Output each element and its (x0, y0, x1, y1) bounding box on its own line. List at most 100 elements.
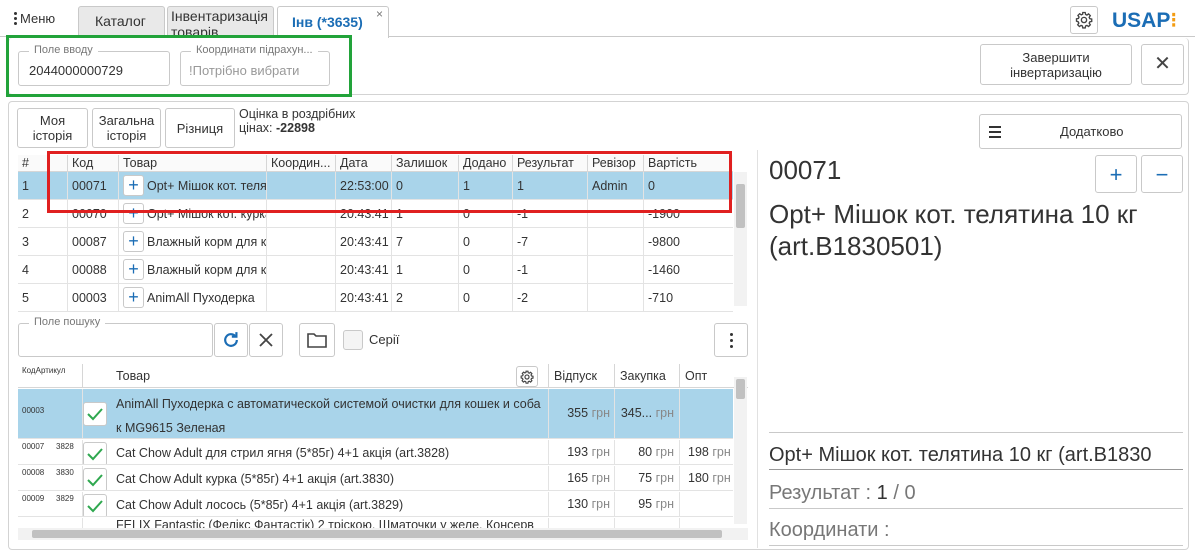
gear-icon (520, 370, 534, 384)
cell-stock: 7 (392, 228, 459, 256)
cell-product: +Влажный корм для кошек (119, 256, 267, 284)
table-row[interactable]: 300087+Влажный корм для кошек20:43:4170-… (18, 228, 733, 256)
cell-product: +Влажный корм для кошек (119, 228, 267, 256)
red-highlight (47, 151, 732, 213)
settings-button[interactable] (1070, 6, 1098, 34)
product-opt: 180 грн (688, 471, 731, 485)
clear-search-button[interactable] (249, 323, 283, 357)
cell-stock: 1 (392, 256, 459, 284)
add-row-button[interactable]: + (123, 259, 144, 280)
tab-close-icon[interactable]: × (376, 7, 383, 21)
detail-code: 00071 (769, 155, 842, 185)
product-purchase: 95 грн (638, 497, 674, 511)
cell-n: 5 (18, 284, 68, 312)
add-row-button[interactable]: + (123, 287, 144, 308)
top-bar: Меню Каталог Інвентаризація товарів Інв … (0, 0, 1195, 38)
refresh-button[interactable] (214, 323, 248, 357)
cell-auditor (588, 228, 644, 256)
cell-cost: -710 (648, 291, 674, 305)
product-name: AnimAll Пуходерка с автоматической систе… (116, 397, 541, 435)
product-release: 193 грн (567, 445, 610, 459)
close-icon (259, 333, 273, 347)
cell-n: 4 (18, 256, 68, 284)
tab-catalog[interactable]: Каталог (78, 6, 165, 37)
product-release: 165 грн (567, 471, 610, 485)
green-highlight (6, 35, 352, 97)
folder-button[interactable] (299, 323, 335, 357)
detail-title: Opt+ Мішок кот. телятина 10 кг (art.B183… (769, 199, 1138, 261)
product-release: 130 грн (567, 497, 610, 511)
cell-coord (267, 228, 336, 256)
cell-result: -1 (513, 256, 588, 284)
detail-subtitle: Opt+ Мішок кот. телятина 10 кг (art.B183… (769, 444, 1183, 470)
series-label: Серії (369, 332, 400, 347)
product-purchase: 345... грн (620, 406, 674, 420)
list-item[interactable]: 00007 3828 Cat Chow Adult для стрил ягня (… (18, 440, 733, 465)
menu-dots-icon (14, 12, 17, 25)
detail-result: Результат : 1 / 0 (769, 482, 916, 504)
cell-cost: -9800 (648, 235, 680, 249)
general-history-button[interactable]: Загальна історія (92, 108, 161, 148)
my-history-button[interactable]: Моя історія (17, 108, 88, 148)
check-icon[interactable] (83, 402, 107, 426)
add-row-button[interactable]: + (123, 231, 144, 252)
folder-icon (307, 333, 327, 348)
check-icon[interactable] (83, 494, 107, 516)
decrement-button[interactable]: − (1141, 155, 1183, 193)
check-icon[interactable] (83, 442, 107, 464)
menu-label: Меню (20, 11, 56, 26)
hamburger-icon (989, 125, 1001, 138)
product-purchase: 80 грн (638, 445, 674, 459)
column-settings-button[interactable] (516, 366, 538, 387)
search-input[interactable]: Поле пошуку (18, 316, 213, 357)
more-button[interactable]: Додатково (979, 114, 1182, 149)
product-article: 3830 (56, 468, 74, 477)
product-name: Cat Chow Adult курка (5*85г) 4+1 акція (… (116, 472, 395, 486)
cell-date: 20:43:41 (336, 284, 392, 312)
tab-inv-3635[interactable]: Інв (*3635) × (277, 6, 389, 38)
cell-product: + AnimAll Пуходерка (119, 284, 267, 312)
tab-inventory[interactable]: Інвентаризація товарів (167, 6, 274, 37)
table-row[interactable]: 5 00003 + AnimAll Пуходерка 20:43:41 2 0 -2 -710 (18, 284, 733, 312)
list-item[interactable]: 00009 3829 Cat Chow Adult лосось (5*85г) 4… (18, 492, 733, 517)
cell-auditor (588, 284, 644, 312)
cell-result: -7 (513, 228, 588, 256)
product-name: Cat Chow Adult для стрил ягня (5*85г) 4+… (116, 446, 450, 460)
product-code: 00009 (22, 494, 45, 503)
more-options-button[interactable] (714, 323, 748, 357)
cell-n: 3 (18, 228, 68, 256)
cell-auditor (588, 256, 644, 284)
inventory-scrollbar[interactable] (734, 172, 747, 306)
cell-added: 0 (459, 228, 513, 256)
menu-button[interactable]: Меню (14, 11, 55, 26)
retail-estimate: Оцінка в роздрібних цінах: -22898 (239, 107, 356, 135)
product-article: 3828 (56, 442, 74, 451)
refresh-icon (224, 332, 238, 347)
list-item[interactable]: 00003 AnimAll Пуходерка с автоматической … (18, 389, 733, 439)
cell-stock: 2 (392, 284, 459, 312)
difference-button[interactable]: Різниця (165, 108, 235, 148)
list-item[interactable]: 00008 3830 Cat Chow Adult курка (5*85г) 4+… (18, 466, 733, 491)
cell-result: -2 (513, 284, 588, 312)
cell-coord (267, 284, 336, 312)
increment-button[interactable]: + (1095, 155, 1137, 193)
gear-icon (1075, 11, 1093, 29)
cell-date: 20:43:41 (336, 228, 392, 256)
product-code: 00007 (22, 442, 45, 451)
product-name: Cat Chow Adult лосось (5*85г) 4+1 акція … (116, 498, 404, 512)
product-purchase: 75 грн (638, 471, 674, 485)
cell-added: 0 (459, 284, 513, 312)
check-icon[interactable] (83, 468, 107, 490)
table-row[interactable]: 400088+Влажный корм для кошек20:43:4110-… (18, 256, 733, 284)
cell-added: 0 (459, 256, 513, 284)
detail-coordinates-label: Координати : (769, 519, 890, 541)
horizontal-scrollbar[interactable] (18, 528, 748, 540)
cell-code: 00087 (68, 228, 119, 256)
product-article: 3829 (56, 494, 74, 503)
cell-coord (267, 256, 336, 284)
close-icon[interactable]: ✕ (1141, 44, 1184, 85)
product-scrollbar[interactable] (734, 377, 747, 524)
usap-logo: USAP⁝ (1112, 9, 1178, 32)
series-checkbox[interactable] (343, 330, 363, 350)
finish-inventory-button[interactable]: Завершити інвертаризацію (980, 44, 1132, 85)
